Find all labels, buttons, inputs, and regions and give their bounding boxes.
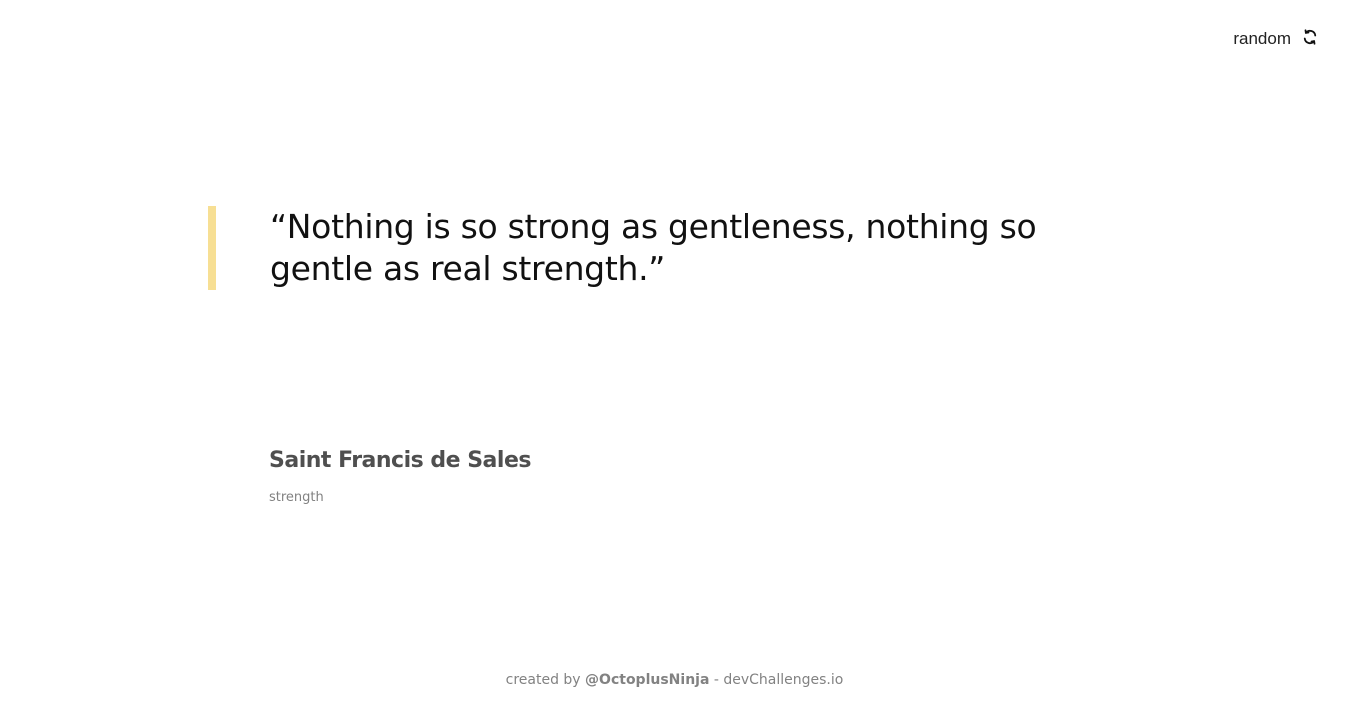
footer-separator: - [709, 672, 724, 688]
quote-text: “Nothing is so strong as gentleness, not… [270, 207, 1037, 288]
footer-prefix: created by [505, 672, 586, 688]
refresh-icon [1301, 28, 1319, 46]
author-card[interactable]: Saint Francis de Sales strength [269, 446, 531, 507]
footer-site-link[interactable]: devChallenges.io [723, 672, 843, 688]
author-name: Saint Francis de Sales [269, 448, 531, 473]
quote-block: “Nothing is so strong as gentleness, not… [208, 206, 1088, 290]
random-button[interactable]: random [1233, 27, 1319, 51]
page: random “Nothing is so strong as gentlene… [0, 0, 1349, 713]
footer: created by @OctoplusNinja - devChallenge… [0, 671, 1349, 689]
quote-genre: strength [269, 490, 324, 505]
quote-accent-bar [208, 206, 216, 290]
random-label: random [1233, 29, 1291, 48]
footer-author-link[interactable]: @OctoplusNinja [585, 672, 709, 688]
